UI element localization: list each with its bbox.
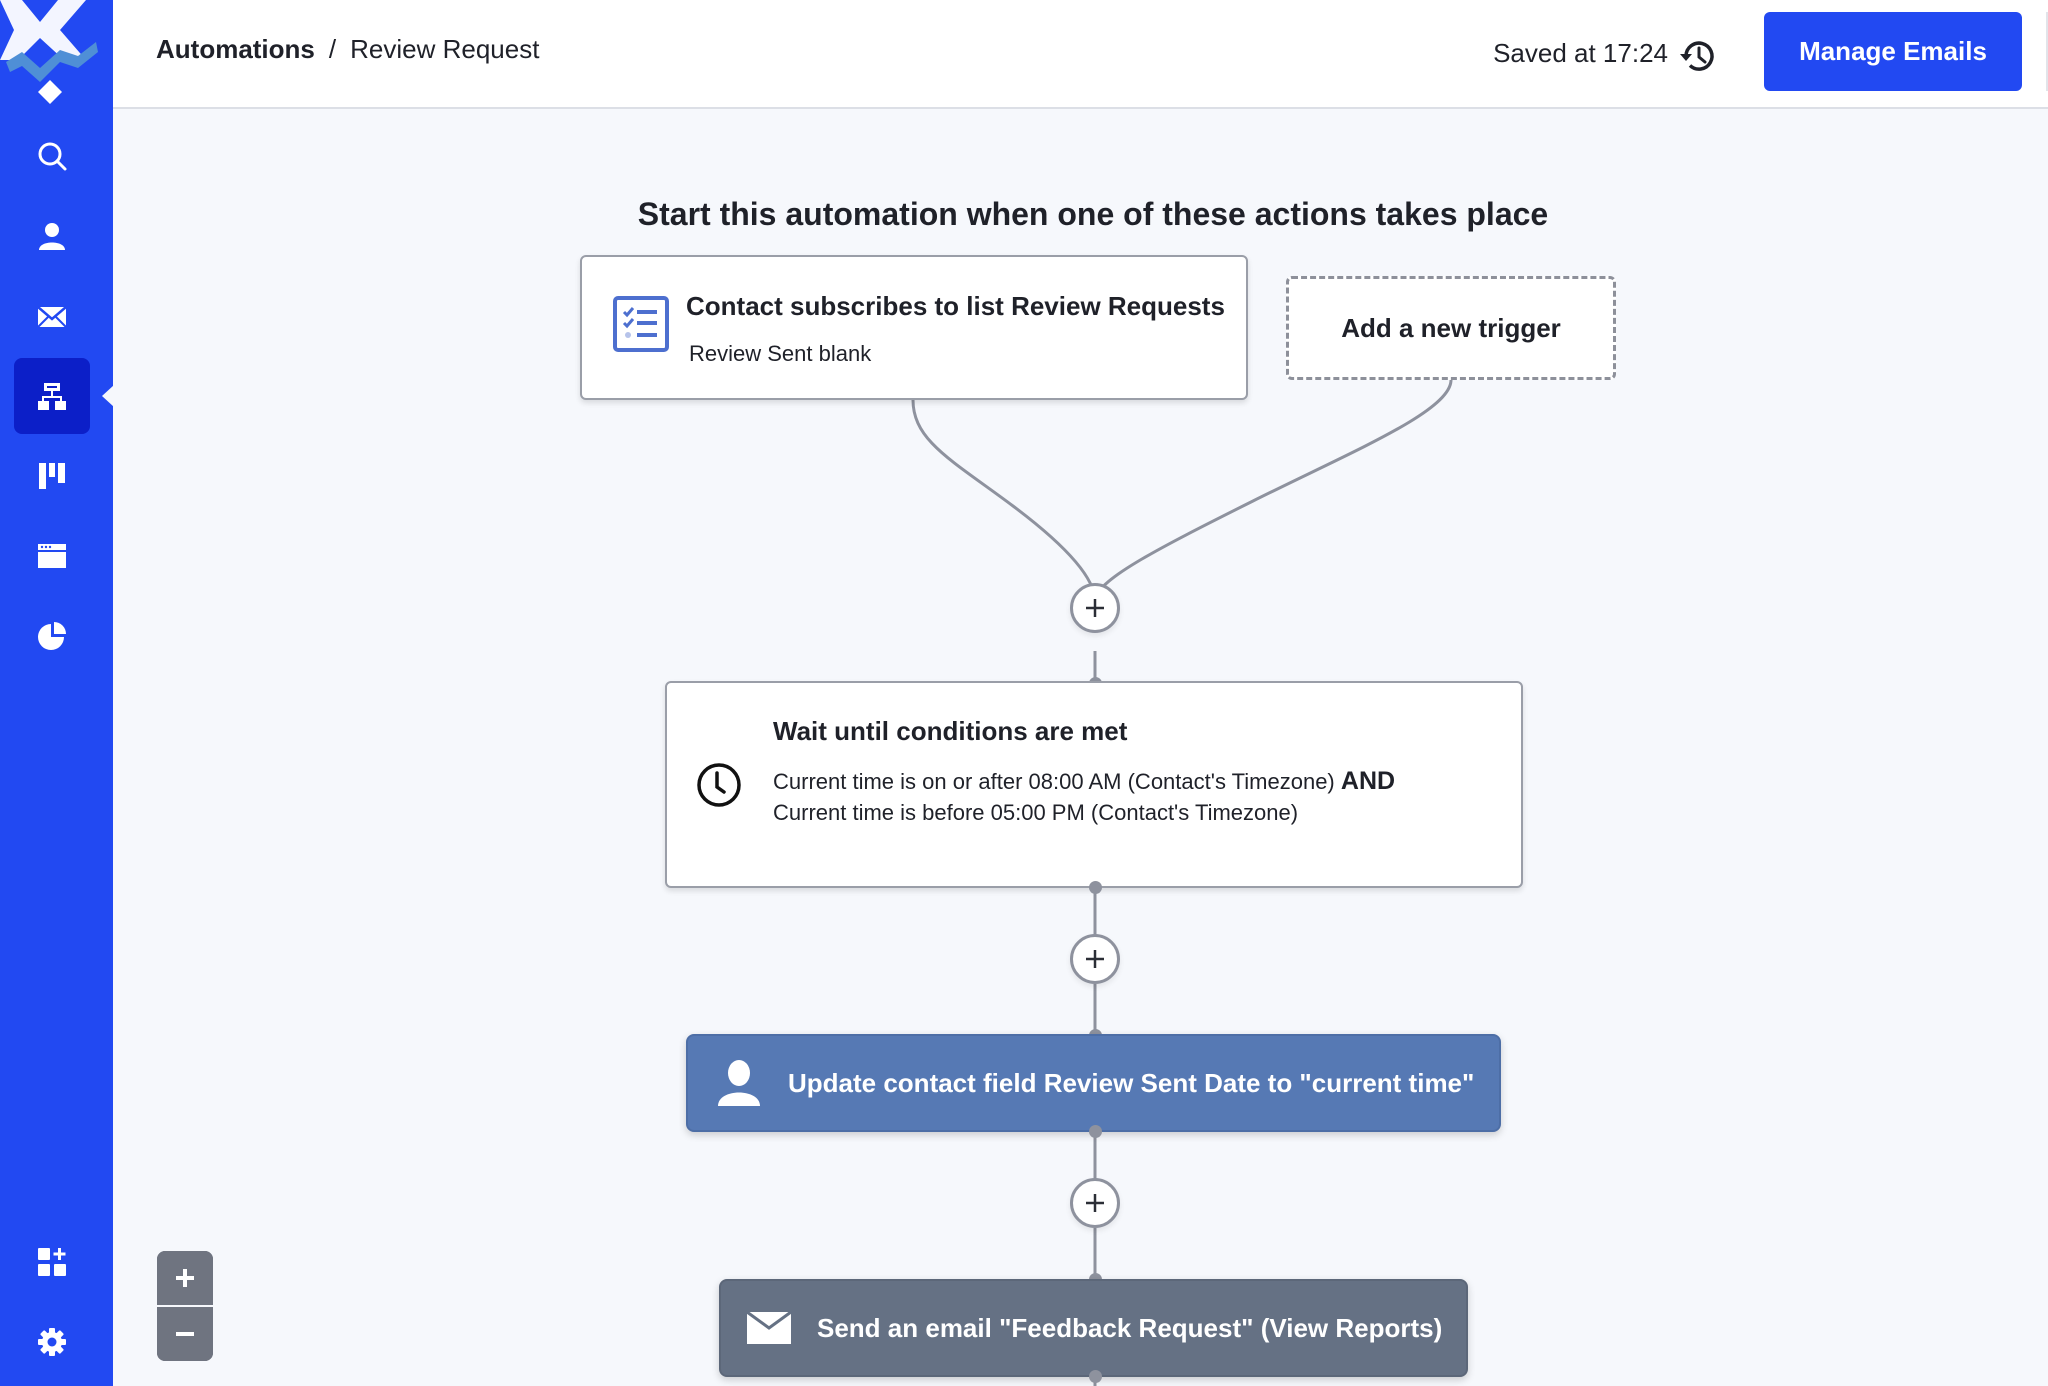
breadcrumb-automations-link[interactable]: Automations (156, 34, 315, 65)
update-contact-action[interactable]: Update contact field Review Sent Date to… (686, 1034, 1501, 1132)
wait-conditions: Current time is on or after 08:00 AM (Co… (773, 766, 1413, 828)
history-icon (1680, 41, 1714, 71)
connector-dot (1089, 881, 1102, 894)
sidebar-item-reports[interactable] (14, 598, 90, 674)
sidebar (0, 0, 114, 1386)
zoom-controls (157, 1251, 213, 1361)
sidebar-item-deals[interactable] (14, 438, 90, 514)
connector-dot (1089, 1125, 1102, 1138)
breadcrumb: Automations / Review Request (156, 34, 539, 65)
checklist-icon (613, 296, 669, 352)
sidebar-item-contacts[interactable] (14, 198, 90, 274)
saved-status: Saved at 17:24 (1493, 38, 1668, 68)
trigger-card[interactable]: Contact subscribes to list Review Reques… (580, 255, 1248, 400)
sidebar-item-website[interactable] (14, 518, 90, 594)
sidebar-item-automations[interactable] (14, 358, 90, 434)
gear-icon (38, 1328, 66, 1356)
minus-icon (176, 1332, 194, 1336)
envelope-icon (37, 306, 67, 328)
trigger-subtitle: Review Sent blank (689, 341, 872, 366)
add-step-button[interactable] (1070, 934, 1120, 984)
add-step-button[interactable] (1070, 583, 1120, 633)
plus-icon (1086, 950, 1104, 968)
update-contact-label: Update contact field Review Sent Date to… (788, 1067, 1475, 1098)
person-icon (39, 223, 65, 250)
connector-trigger-2 (1093, 379, 1453, 602)
wait-conjunction: AND (1340, 767, 1396, 795)
flow-start-title: Start this automation when one of these … (637, 196, 1549, 232)
plus-icon (1086, 599, 1104, 617)
zoom-in-button[interactable] (157, 1251, 213, 1305)
connector-trigger-1 (911, 399, 1097, 602)
manage-emails-button[interactable]: Manage Emails (1764, 12, 2022, 91)
automation-canvas[interactable]: Start this automation when one of these … (113, 111, 2048, 1386)
sidebar-item-search[interactable] (14, 118, 90, 194)
zoom-out-button[interactable] (157, 1307, 213, 1361)
sidebar-item-settings[interactable] (14, 1304, 90, 1380)
plus-icon (176, 1269, 194, 1287)
pipeline-icon (39, 463, 65, 489)
wait-title: Wait until conditions are met (773, 716, 1128, 746)
sidebar-item-apps[interactable] (14, 1224, 90, 1300)
plus-icon (1086, 1194, 1104, 1212)
add-step-button[interactable] (1070, 1178, 1120, 1228)
send-email-label: Send an email "Feedback Request" (View R… (817, 1312, 1443, 1343)
envelope-icon (746, 1310, 792, 1344)
pie-chart-icon (38, 622, 66, 650)
top-header: Automations / Review Request Saved at 17… (113, 0, 2048, 109)
history-button[interactable] (1678, 36, 1718, 76)
org-chart-icon (38, 383, 66, 410)
breadcrumb-separator: / (328, 34, 337, 64)
sidebar-item-campaigns[interactable] (14, 278, 90, 354)
person-icon (718, 1060, 760, 1106)
breadcrumb-current: Review Request (350, 34, 540, 64)
trigger-title: Contact subscribes to list Review Reques… (686, 291, 1225, 321)
connector-dot (1089, 1370, 1102, 1383)
brand-logo[interactable] (0, 0, 113, 108)
browser-window-icon (38, 544, 66, 568)
wait-condition-2: Current time is before 05:00 PM (Contact… (773, 800, 1299, 825)
clock-icon (697, 763, 741, 807)
add-trigger-button[interactable]: Add a new trigger (1286, 276, 1616, 380)
search-icon (38, 142, 67, 171)
send-email-action[interactable]: Send an email "Feedback Request" (View R… (719, 1279, 1468, 1377)
wait-condition-1: Current time is on or after 08:00 AM (Co… (773, 769, 1335, 794)
wait-condition-card[interactable]: Wait until conditions are met Current ti… (665, 681, 1523, 888)
apps-add-icon (38, 1248, 66, 1276)
